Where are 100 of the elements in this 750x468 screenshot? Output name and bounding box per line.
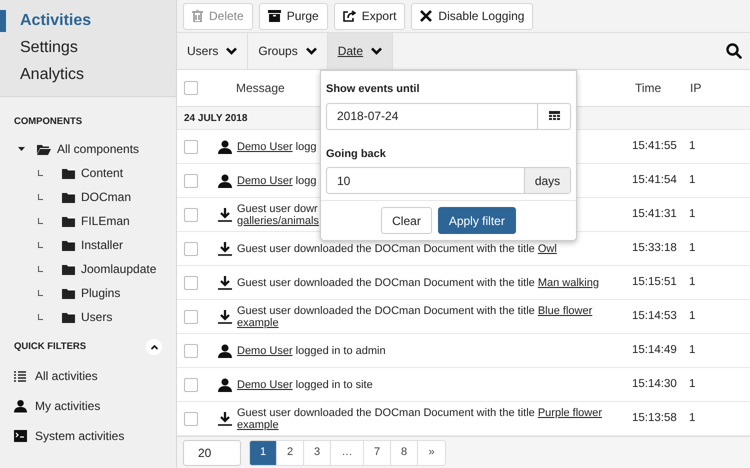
quick-filter-link[interactable]: My activities [35,397,100,416]
collapse-button[interactable] [146,339,162,356]
download-icon [218,276,232,290]
message-link[interactable]: example [237,316,279,328]
user-icon [218,174,232,188]
time-cell: 15:14:30 [632,378,677,390]
time-cell: 15:33:18 [632,242,677,254]
caret-icon [306,47,317,55]
message-link[interactable]: Owl [538,242,557,254]
download-icon [218,208,232,222]
filter-tab[interactable]: Date [328,33,394,69]
ip-cell: 1 [689,378,696,390]
row-checkbox[interactable] [184,208,198,222]
page-button[interactable]: 1 [250,440,277,464]
tree-connector-icon [38,290,43,296]
limit-field[interactable]: 20 [183,440,241,466]
page-button[interactable]: 8 [391,440,418,464]
page-button[interactable]: … [331,440,364,464]
message-link[interactable]: Demo User [237,174,293,186]
page-button[interactable]: 3 [304,440,331,464]
tree-item[interactable]: Content [81,164,124,182]
message-link[interactable]: Man walking [538,276,599,288]
message-link[interactable]: Demo User [237,140,293,152]
row-checkbox[interactable] [184,174,198,188]
row-checkbox[interactable] [184,242,198,256]
ip-cell: 1 [689,174,696,186]
chevron-icon [150,344,158,350]
message-text: logg [294,174,316,186]
message-link[interactable]: galleries/animals [237,214,319,226]
user-icon [218,344,232,358]
tree-item[interactable]: Users [81,308,112,326]
folder-icon [62,240,75,251]
time-cell: 15:14:53 [632,310,677,322]
tree-connector-icon [38,242,43,248]
toolbar-button[interactable]: Purge [258,2,328,30]
search-icon[interactable] [726,43,742,59]
clear-button[interactable]: Clear [381,207,432,234]
export-icon [342,10,356,22]
message-text: Guest user downloaded the DOCman Document with the title [237,406,536,418]
list-icon [14,370,27,382]
tree-item[interactable]: Plugins [81,284,120,302]
row-checkbox[interactable] [184,378,198,392]
column-header: Message [236,81,285,95]
tree-item[interactable]: Joomlaupdate [81,260,156,278]
page-button[interactable]: 7 [364,440,391,464]
folder-icon [62,288,75,299]
close-icon [420,10,432,22]
field-label: Show events until [326,82,420,97]
row-checkbox[interactable] [184,276,198,290]
message-text: logg [294,140,316,152]
folder-icon [62,312,75,323]
ip-cell: 1 [689,242,696,254]
page-button[interactable]: 2 [277,440,304,464]
message-link[interactable]: Demo User [237,344,293,356]
time-cell: 15:41:54 [632,174,677,186]
tree-item[interactable]: All components [57,140,140,158]
nav-link[interactable]: Analytics [20,63,84,87]
message-link[interactable]: example [237,418,279,430]
message-text: logged in to site [294,378,373,390]
ip-cell: 1 [689,344,696,356]
apply-filter-button[interactable]: Apply filter [438,207,516,234]
message-link[interactable]: Blue flower [538,304,592,316]
ip-cell: 1 [689,140,696,152]
select-all-checkbox[interactable] [184,81,198,95]
caret-icon[interactable] [18,147,25,152]
box-icon [268,10,281,22]
message-link[interactable]: Purple flower [538,406,602,418]
group-heading: 24 JULY 2018 [184,112,248,126]
folder-icon [37,144,51,155]
row-checkbox[interactable] [184,344,198,358]
tree-item[interactable]: FILEman [81,212,130,230]
nav-link[interactable]: Activities [20,9,92,33]
caret-icon [371,47,382,55]
page-button[interactable]: » [418,440,445,464]
quick-filter-link[interactable]: All activities [35,367,98,386]
tree-connector-icon [38,170,43,176]
filter-tab[interactable]: Users [177,33,248,69]
tree-connector-icon [38,194,43,200]
time-cell: 15:15:51 [632,276,677,288]
download-icon [218,310,232,324]
toolbar-button[interactable]: Disable Logging [411,2,534,30]
field-label: Going back [326,146,386,162]
tree-connector-icon [38,218,43,224]
tree-connector-icon [38,266,43,272]
time-cell: 15:13:58 [632,412,677,424]
row-checkbox[interactable] [184,140,198,154]
column-header: Time [635,81,662,95]
message-link[interactable]: Demo User [237,378,293,390]
quick-filter-link[interactable]: System activities [35,427,124,446]
row-checkbox[interactable] [184,310,198,324]
message-text: Guest user downloaded the DOCman Document with the title [237,276,536,288]
user-icon [218,140,232,154]
row-checkbox[interactable] [184,412,198,426]
column-header: IP [690,81,702,95]
tree-item[interactable]: Installer [81,236,124,254]
ip-cell: 1 [689,276,696,288]
message-text: logged in to admin [294,344,386,356]
nav-link[interactable]: Settings [20,36,78,60]
toolbar-button[interactable]: Export [334,2,406,30]
tree-item[interactable]: DOCman [81,188,132,206]
